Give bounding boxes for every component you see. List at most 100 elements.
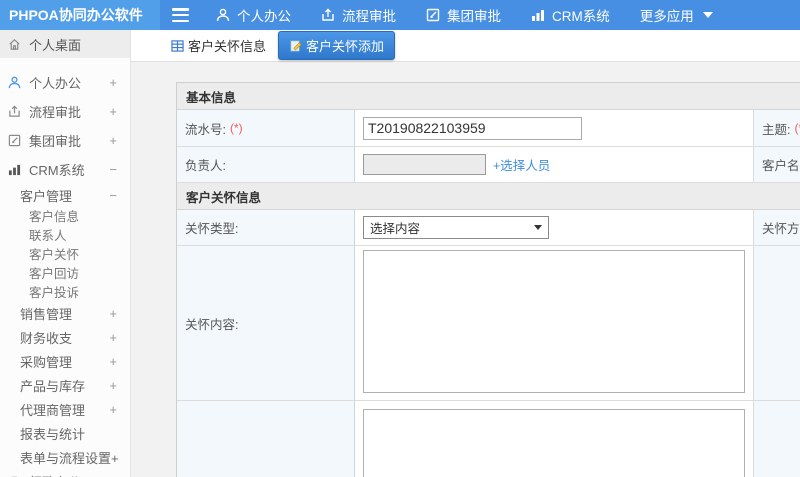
sidebar-item-crm-system[interactable]: CRM系统 −	[0, 155, 130, 184]
sidebar-label: 客户回访	[29, 267, 80, 281]
extra-content-right-cell	[754, 401, 800, 477]
expand-icon[interactable]: +	[109, 104, 117, 119]
sidebar-item-form-process-settings[interactable]: 表单与流程设置+	[0, 445, 130, 469]
sidebar-item-products-inventory[interactable]: 产品与库存 +	[0, 373, 130, 397]
owner-label: 负责人:	[177, 147, 355, 183]
sidebar-item-reports-stats[interactable]: 报表与统计	[0, 421, 130, 445]
sidebar-label: 流程审批	[29, 105, 82, 120]
select-caret-icon	[534, 225, 542, 230]
expand-icon[interactable]: +	[109, 75, 117, 90]
customer-name-label: 客户名称: (	[754, 147, 800, 183]
expand-icon[interactable]: +	[109, 306, 117, 321]
sidebar-label: 客户信息	[29, 210, 80, 224]
collapse-icon[interactable]: −	[109, 162, 117, 177]
sidebar-label: 个人桌面	[29, 37, 82, 53]
sidebar-item-group-approval[interactable]: 集团审批 +	[0, 126, 130, 155]
sidebar-item-customer-info[interactable]: 客户信息	[0, 206, 130, 225]
sidebar-label: CRM系统	[29, 163, 85, 178]
menu-icon[interactable]	[172, 8, 192, 22]
sidebar-label: 客户关怀	[29, 248, 80, 262]
sidebar-label: 财务收支	[20, 330, 73, 346]
extra-content-label	[177, 401, 355, 477]
extra-content-textarea[interactable]	[363, 409, 745, 477]
main-content: 客户关怀信息 客户关怀添加 基本信息 流水号: (*) 主题: (*) 负责人:…	[131, 30, 800, 477]
nav-personal-office[interactable]: 个人办公	[216, 5, 291, 25]
tab-label: 客户关怀信息	[188, 39, 267, 54]
nav-crm-system[interactable]: CRM系统	[531, 5, 610, 25]
expand-icon[interactable]: +	[109, 402, 117, 417]
sidebar-item-customer-mgmt[interactable]: 客户管理 −	[0, 184, 130, 206]
extra-content-field-cell	[355, 401, 754, 477]
sidebar-label: 集团审批	[29, 134, 82, 149]
nav-label: CRM系统	[552, 9, 610, 24]
sidebar-item-agents-mgmt[interactable]: 代理商管理 +	[0, 397, 130, 421]
tab-customer-care-add[interactable]: 客户关怀添加	[278, 31, 396, 60]
crm-icon	[532, 10, 544, 21]
care-content-label: 关怀内容:	[177, 246, 355, 401]
process-icon	[8, 105, 22, 118]
sidebar-item-sales-mgmt[interactable]: 销售管理 +	[0, 301, 130, 325]
care-content-right-cell	[754, 246, 800, 401]
sidebar-item-customer-complaint[interactable]: 客户投诉	[0, 282, 130, 301]
add-tab-icon	[290, 40, 302, 51]
owner-field-cell: +选择人员	[355, 147, 754, 183]
top-nav-items: 个人办公 流程审批 集团审批 CRM系统 更多应用	[216, 5, 713, 25]
customer-care-form: 基本信息 流水号: (*) 主题: (*) 负责人: +选择人员 客户名称: (…	[176, 82, 800, 477]
serial-input[interactable]	[363, 116, 582, 140]
sidebar-label: 联系人	[29, 229, 67, 243]
sidebar-item-desktop[interactable]: 个人桌面	[0, 30, 130, 58]
user-icon	[216, 8, 230, 22]
sidebar-item-process-approval[interactable]: 流程审批 +	[0, 97, 130, 126]
care-type-field-cell: 选择内容	[355, 210, 754, 246]
owner-input[interactable]	[363, 154, 486, 175]
sidebar-label: 行政办公	[29, 472, 81, 477]
user-icon	[8, 76, 22, 89]
sidebar-label: 产品与库存	[20, 378, 86, 394]
process-icon	[322, 8, 334, 21]
section-care-info: 客户关怀信息	[177, 183, 800, 210]
nav-label: 个人办公	[237, 9, 291, 24]
required-mark: (*)	[794, 121, 800, 135]
expand-icon[interactable]: +	[109, 378, 117, 393]
expand-icon[interactable]: +	[109, 330, 117, 345]
care-type-select[interactable]: 选择内容	[363, 216, 549, 239]
serial-field-cell	[355, 110, 754, 147]
sidebar-label: 报表与统计	[20, 426, 86, 442]
expand-icon[interactable]: +	[109, 474, 117, 477]
sidebar-item-admin-office[interactable]: 行政办公 +	[0, 469, 130, 477]
nav-process-approval[interactable]: 流程审批	[321, 5, 396, 25]
sidebar-item-contacts[interactable]: 联系人	[0, 225, 130, 244]
nav-group-approval[interactable]: 集团审批	[426, 5, 501, 25]
nav-more-apps[interactable]: 更多应用	[640, 5, 713, 25]
sidebar-label: 个人办公	[29, 76, 82, 91]
expand-icon[interactable]: +	[109, 354, 117, 369]
grid-icon	[171, 39, 184, 52]
sidebar-label: 代理商管理	[20, 402, 86, 418]
sidebar-item-customer-visit[interactable]: 客户回访	[0, 263, 130, 282]
select-person-link[interactable]: +选择人员	[493, 155, 550, 174]
section-basic-info: 基本信息	[177, 83, 800, 110]
nav-label: 更多应用	[639, 9, 694, 24]
expand-icon[interactable]: +	[109, 133, 117, 148]
serial-label: 流水号: (*)	[177, 110, 355, 147]
care-content-textarea[interactable]	[363, 250, 745, 393]
sidebar: 个人桌面 个人办公 + 流程审批 + 集团审批 + CRM系统 − 客户管理 −…	[0, 30, 131, 477]
subject-label: 主题: (*)	[754, 110, 800, 147]
care-content-field-cell	[355, 246, 754, 401]
sidebar-label: 销售管理	[20, 306, 73, 322]
sidebar-item-customer-care[interactable]: 客户关怀	[0, 244, 130, 263]
sidebar-item-personal-office[interactable]: 个人办公 +	[0, 68, 130, 97]
tab-label: 客户关怀添加	[306, 39, 385, 54]
sidebar-item-finance[interactable]: 财务收支 +	[0, 325, 130, 349]
caret-down-icon	[702, 12, 713, 18]
required-mark: (*)	[229, 121, 243, 135]
care-type-selected-value: 选择内容	[370, 222, 421, 236]
care-method-label: 关怀方式:	[754, 210, 800, 246]
tab-customer-care-info[interactable]: 客户关怀信息	[165, 32, 272, 59]
care-type-label: 关怀类型:	[177, 210, 355, 246]
collapse-icon[interactable]: −	[109, 188, 117, 203]
nav-label: 集团审批	[447, 9, 501, 24]
sidebar-item-purchasing[interactable]: 采购管理 +	[0, 349, 130, 373]
sidebar-label: 客户投诉	[29, 286, 80, 300]
app-logo[interactable]: PHPOA协同办公软件	[0, 0, 160, 30]
